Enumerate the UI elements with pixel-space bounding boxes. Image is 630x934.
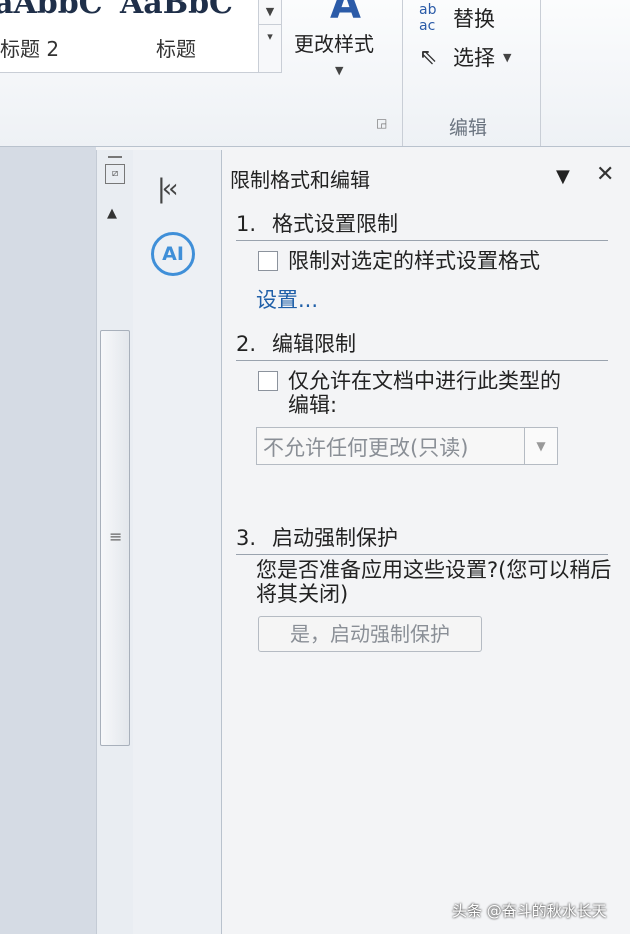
cursor-arrow-icon: ⇖ (419, 44, 438, 70)
editing-restriction-label-line2: 编辑: (288, 393, 338, 417)
scroll-up-icon[interactable]: ▲ (107, 206, 117, 221)
edit-group: ab ac 替换 ⇖ 选择 ▼ 编辑 (405, 0, 543, 146)
group-divider (402, 0, 403, 146)
section-enforcement-header: 3. 启动强制保护 (236, 522, 608, 555)
vertical-scrollbar[interactable]: ⧄ ▲ ≡ (96, 150, 133, 934)
style-heading2-label[interactable]: 标题 2 (0, 33, 59, 62)
select-label: 选择 (453, 46, 495, 70)
chevron-down-icon[interactable]: ▼ (524, 428, 557, 464)
gallery-more-icon[interactable]: ▾ (259, 25, 281, 49)
ribbon: aAbbC 标题 2 AaBbC 标题 ▼ ▾ A 更改样式 ▼ ◲ ab ac … (0, 0, 630, 147)
style-title-sample[interactable]: AaBbC (120, 0, 233, 21)
scroll-thumb[interactable]: ≡ (100, 330, 130, 746)
editing-restriction-checkbox[interactable] (258, 371, 278, 391)
editing-type-value: 不允许任何更改(只读) (263, 436, 469, 460)
editing-restriction-label-line1: 仅允许在文档中进行此类型的 (288, 369, 561, 393)
watermark: 头条 @奋斗的秋水长天 (452, 902, 607, 920)
split-handle[interactable] (108, 156, 122, 158)
replace-button[interactable]: ab ac 替换 (419, 2, 495, 34)
start-enforcement-button[interactable]: 是，启动强制保护 (258, 616, 482, 652)
select-button[interactable]: ⇖ 选择 ▼ (419, 42, 511, 72)
section-title: 格式设置限制 (272, 212, 398, 236)
group-divider (540, 0, 541, 146)
dialog-launcher-icon[interactable]: ◲ (376, 116, 387, 130)
formatting-restriction-label: 限制对选定的样式设置格式 (288, 249, 540, 273)
view-ruler-icon[interactable]: ⧄ (105, 164, 125, 184)
gallery-scroll: ▼ ▾ (258, 0, 282, 73)
section-number: 1. (236, 212, 257, 236)
restrict-editing-pane: 限制格式和编辑 ▼ ✕ 1. 格式设置限制 限制对选定的样式设置格式 设置... … (222, 150, 630, 934)
section-number: 3. (236, 526, 257, 550)
chevron-down-icon: ▼ (335, 64, 344, 77)
section-number: 2. (236, 332, 257, 356)
document-area (0, 147, 96, 934)
gallery-scroll-down-icon[interactable]: ▼ (259, 0, 281, 25)
pane-title: 限制格式和编辑 (230, 168, 370, 192)
section-title: 编辑限制 (272, 332, 356, 356)
chevron-down-icon: ▼ (503, 50, 512, 64)
formatting-restriction-checkbox[interactable] (258, 251, 278, 271)
style-title-label[interactable]: 标题 (156, 33, 196, 62)
side-toolbar: |‹‹ AI (133, 150, 222, 934)
pane-menu-icon[interactable]: ▼ (556, 166, 570, 187)
pane-header: 限制格式和编辑 ▼ ✕ (222, 162, 630, 194)
section-title: 启动强制保护 (272, 526, 398, 550)
style-gallery: aAbbC 标题 2 AaBbC 标题 (0, 0, 259, 73)
section-formatting-header: 1. 格式设置限制 (236, 208, 608, 241)
change-style-icon: A (330, 0, 361, 28)
section-editing-header: 2. 编辑限制 (236, 328, 608, 361)
enforcement-prompt: 您是否准备应用这些设置?(您可以稍后将其关闭) (256, 558, 612, 606)
edit-group-label: 编辑 (449, 117, 488, 139)
ai-assistant-icon[interactable]: AI (151, 232, 195, 276)
change-style-label: 更改样式 (294, 32, 374, 56)
replace-label: 替换 (453, 7, 495, 31)
style-heading2-sample[interactable]: aAbbC (0, 0, 103, 21)
grip-icon: ≡ (109, 527, 123, 546)
settings-link[interactable]: 设置... (256, 284, 318, 314)
close-icon[interactable]: ✕ (596, 162, 614, 187)
double-chevron-left-icon[interactable]: |‹‹ (157, 174, 178, 204)
editing-type-select[interactable]: 不允许任何更改(只读) ▼ (256, 427, 558, 465)
ab-ac-replace-icon: ab ac (419, 2, 437, 34)
